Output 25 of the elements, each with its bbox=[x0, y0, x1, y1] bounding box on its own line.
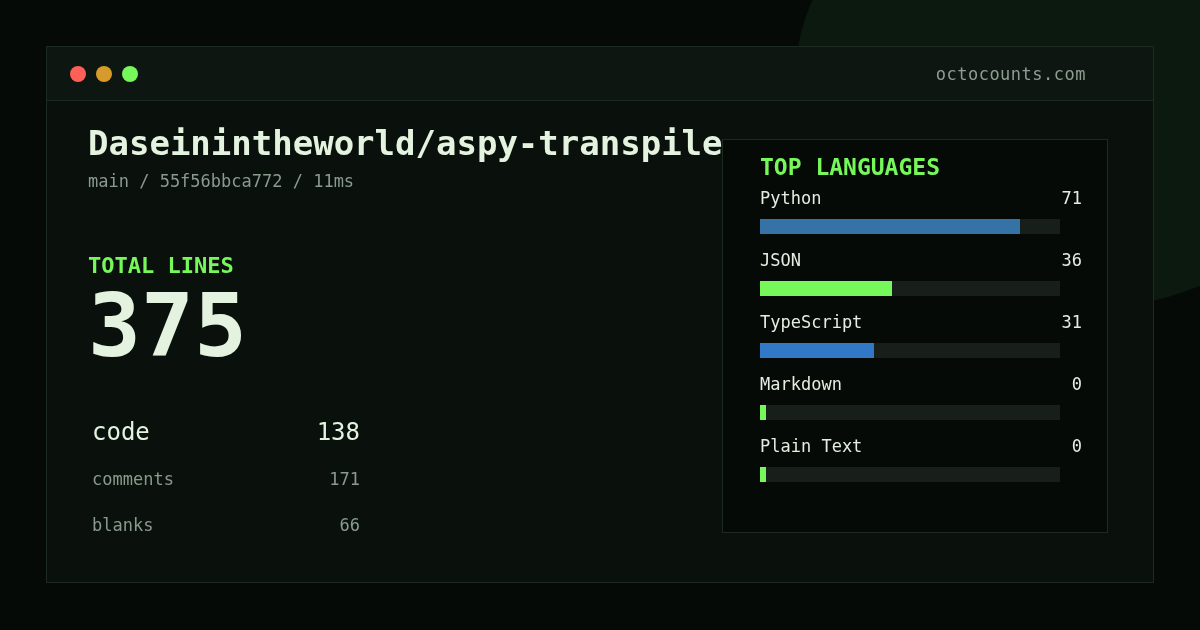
language-count: 36 bbox=[1061, 249, 1082, 271]
minimize-icon[interactable] bbox=[96, 65, 112, 82]
maximize-icon[interactable] bbox=[122, 65, 138, 82]
language-name: Markdown bbox=[760, 373, 842, 395]
language-name: Plain Text bbox=[760, 435, 863, 457]
language-name: TypeScript bbox=[760, 311, 863, 333]
total-label: TOTAL LINES bbox=[88, 253, 235, 278]
stat-label: blanks bbox=[92, 515, 154, 535]
language-name: Python bbox=[760, 187, 822, 209]
language-name: JSON bbox=[760, 249, 801, 271]
language-count: 0 bbox=[1071, 373, 1082, 395]
repo-meta: main / 55f56bbca772 / 11ms bbox=[88, 171, 356, 191]
stat-value: 138 bbox=[316, 418, 360, 446]
repo-title: Daseinintheworld/aspy-transpile bbox=[88, 123, 722, 163]
stat-label: code bbox=[92, 418, 150, 446]
total-value: 375 bbox=[88, 278, 248, 374]
stat-label: comments bbox=[92, 469, 174, 489]
language-count: 0 bbox=[1071, 435, 1082, 457]
language-count: 71 bbox=[1061, 187, 1082, 209]
close-icon[interactable] bbox=[70, 65, 86, 82]
stat-value: 66 bbox=[339, 515, 360, 535]
panel-title: TOP LANGUAGES bbox=[760, 153, 941, 182]
stat-value: 171 bbox=[329, 469, 360, 489]
language-count: 31 bbox=[1061, 311, 1082, 333]
site-url: octocounts.com bbox=[935, 63, 1086, 84]
